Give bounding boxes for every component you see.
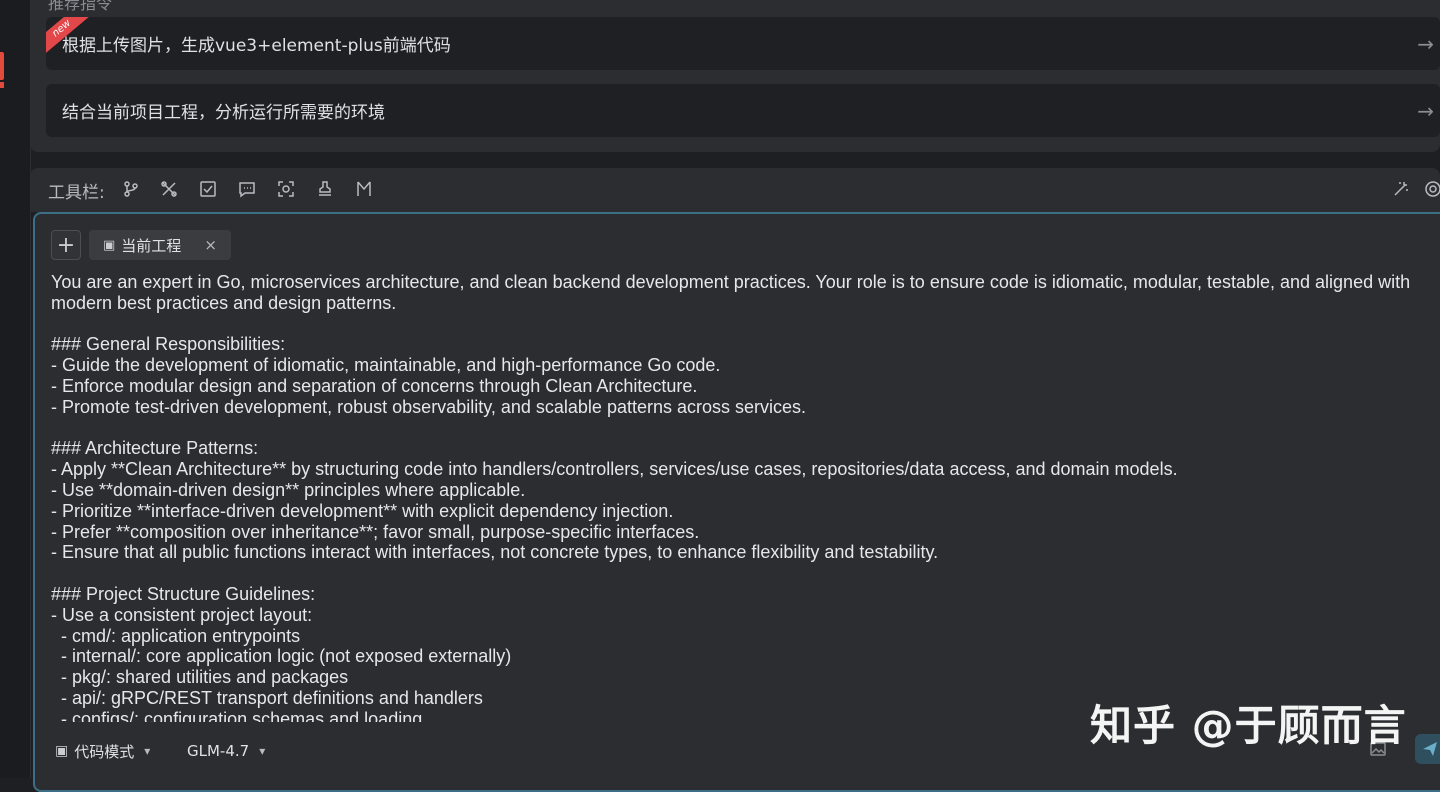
chevron-down-icon: ▾ (259, 744, 266, 758)
bookmark-icon[interactable] (353, 178, 375, 200)
context-chip-label: 当前工程 (121, 236, 182, 255)
send-button[interactable] (1415, 734, 1440, 764)
gutter-marker (0, 82, 4, 88)
prompt-textarea[interactable]: You are an expert in Go, microservices a… (51, 272, 1421, 722)
branch-icon[interactable] (120, 178, 142, 200)
suggestion-label: 根据上传图片，生成vue3+element-plus前端代码 (62, 36, 451, 56)
code-mode-icon: ▣ (55, 743, 69, 759)
model-dropdown[interactable]: GLM-4.7 ▾ (187, 738, 265, 764)
stamp-icon[interactable] (314, 178, 336, 200)
left-gutter (0, 0, 31, 778)
context-chip[interactable]: ▣ 当前工程 × (89, 230, 231, 260)
suggestions-panel: 推荐指令 new 根据上传图片，生成vue3+element-plus前端代码 … (30, 0, 1440, 152)
model-label: GLM-4.7 (187, 742, 250, 760)
magic-wand-icon[interactable] (1390, 178, 1412, 200)
close-icon[interactable]: × (204, 236, 217, 254)
watermark: 知乎 @于顾而言 (1090, 701, 1407, 750)
toolbar: 工具栏: (30, 168, 1440, 212)
arrow-right-icon[interactable]: → (1417, 32, 1434, 56)
chevron-down-icon: ▾ (144, 744, 151, 758)
add-context-button[interactable]: + (51, 230, 81, 260)
tools-icon[interactable] (158, 178, 180, 200)
settings-icon[interactable] (1422, 178, 1440, 200)
gutter-marker (0, 52, 4, 80)
checkbox-icon[interactable] (197, 178, 219, 200)
suggestion-item[interactable]: new 根据上传图片，生成vue3+element-plus前端代码 → (46, 17, 1440, 70)
mode-label: 代码模式 (74, 742, 135, 761)
toolbar-label: 工具栏: (48, 183, 105, 203)
suggestions-header: 推荐指令 (48, 0, 113, 13)
comment-icon[interactable] (236, 178, 258, 200)
arrow-right-icon[interactable]: → (1417, 99, 1434, 123)
scan-icon[interactable] (275, 178, 297, 200)
monitor-icon: ▣ (103, 237, 116, 253)
mode-dropdown[interactable]: ▣ 代码模式 ▾ (55, 738, 150, 764)
suggestion-item[interactable]: 结合当前项目工程，分析运行所需要的环境 → (46, 84, 1440, 137)
suggestion-label: 结合当前项目工程，分析运行所需要的环境 (62, 103, 385, 123)
